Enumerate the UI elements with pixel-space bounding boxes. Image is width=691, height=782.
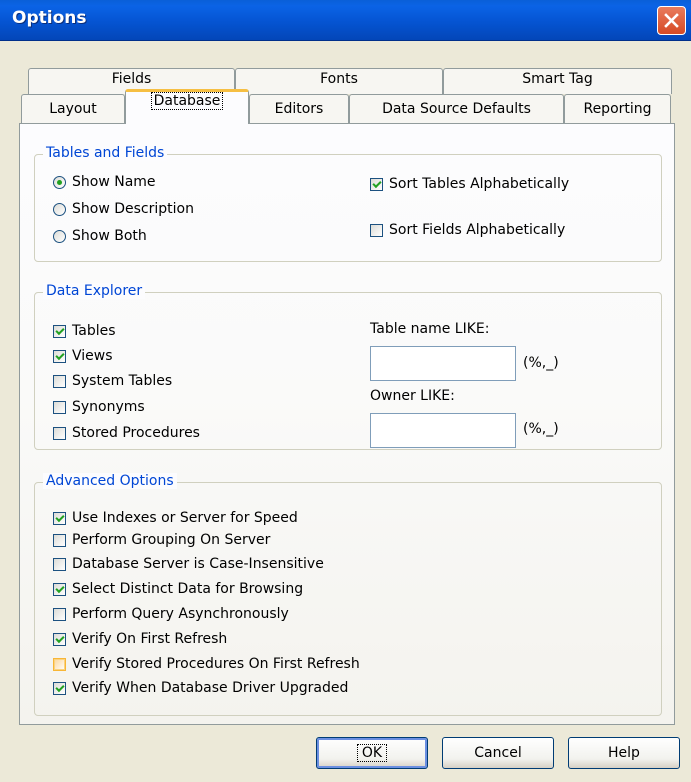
show-name-radio[interactable]: Show Name (53, 171, 156, 193)
help-button[interactable]: Help (568, 737, 680, 769)
table-name-like-input[interactable] (370, 346, 516, 381)
checkmark-icon (370, 177, 383, 191)
use-indexes-checkbox[interactable]: Use Indexes or Server for Speed (53, 507, 298, 529)
views-checkbox[interactable]: Views (53, 345, 113, 367)
tables-checkbox[interactable]: Tables (53, 320, 116, 342)
radio-icon (53, 229, 66, 243)
tables-and-fields-group: Tables and Fields Show Name Show Descrip… (34, 145, 662, 262)
tab-layout[interactable]: Layout (21, 94, 125, 124)
checkbox-icon (53, 607, 66, 621)
advanced-options-group: Advanced Options Use Indexes or Server f… (34, 473, 662, 716)
checkbox-icon (370, 223, 383, 237)
query-async-checkbox[interactable]: Perform Query Asynchronously (53, 603, 289, 625)
checkmark-icon (53, 582, 66, 596)
close-button[interactable] (657, 6, 686, 35)
owner-wildcard-hint: (%,_) (523, 421, 559, 437)
close-icon (664, 13, 679, 28)
checkmark-icon (53, 632, 66, 646)
owner-like-label: Owner LIKE: (370, 388, 455, 404)
cancel-button[interactable]: Cancel (442, 737, 554, 769)
owner-like-input[interactable] (370, 413, 516, 448)
case-insensitive-checkbox[interactable]: Database Server is Case-Insensitive (53, 553, 324, 575)
checkmark-icon (53, 349, 66, 363)
select-distinct-checkbox[interactable]: Select Distinct Data for Browsing (53, 578, 303, 600)
synonyms-checkbox[interactable]: Synonyms (53, 396, 145, 418)
checkbox-icon (53, 557, 66, 571)
verify-first-refresh-checkbox[interactable]: Verify On First Refresh (53, 628, 227, 650)
tab-reporting[interactable]: Reporting (564, 94, 671, 124)
window-title: Options (12, 8, 87, 28)
tab-editors[interactable]: Editors (249, 94, 349, 124)
radio-selected-icon (53, 175, 66, 189)
show-both-radio[interactable]: Show Both (53, 225, 147, 247)
stored-procedures-checkbox[interactable]: Stored Procedures (53, 422, 200, 444)
sort-fields-checkbox[interactable]: Sort Fields Alphabetically (370, 219, 565, 241)
tab-database[interactable]: Database (125, 89, 249, 124)
ok-button[interactable]: OK (316, 737, 428, 769)
perform-grouping-checkbox[interactable]: Perform Grouping On Server (53, 529, 270, 551)
verify-driver-upgraded-checkbox[interactable]: Verify When Database Driver Upgraded (53, 677, 348, 699)
checkmark-icon (53, 324, 66, 338)
group-title: Advanced Options (43, 473, 177, 489)
data-explorer-group: Data Explorer Tables Views System Tables… (34, 283, 662, 450)
tab-fonts[interactable]: Fonts (235, 68, 443, 94)
table-name-wildcard-hint: (%,_) (523, 355, 559, 371)
checkbox-icon (53, 374, 66, 388)
tab-data-source-defaults[interactable]: Data Source Defaults (349, 94, 564, 124)
checkmark-icon (53, 681, 66, 695)
group-title: Data Explorer (43, 283, 146, 299)
title-bar[interactable]: Options (0, 0, 691, 41)
table-name-like-label: Table name LIKE: (370, 321, 490, 337)
sort-tables-checkbox[interactable]: Sort Tables Alphabetically (370, 173, 569, 195)
group-title: Tables and Fields (43, 145, 168, 161)
show-description-radio[interactable]: Show Description (53, 198, 194, 220)
checkmark-icon (53, 511, 66, 525)
checkbox-icon (53, 657, 66, 671)
checkbox-icon (53, 533, 66, 547)
checkbox-icon (53, 426, 66, 440)
database-tab-panel: Tables and Fields Show Name Show Descrip… (19, 123, 675, 725)
radio-icon (53, 202, 66, 216)
tab-smart-tag[interactable]: Smart Tag (443, 68, 672, 94)
checkbox-icon (53, 400, 66, 414)
system-tables-checkbox[interactable]: System Tables (53, 370, 172, 392)
verify-stored-procedures-checkbox[interactable]: Verify Stored Procedures On First Refres… (53, 653, 360, 675)
